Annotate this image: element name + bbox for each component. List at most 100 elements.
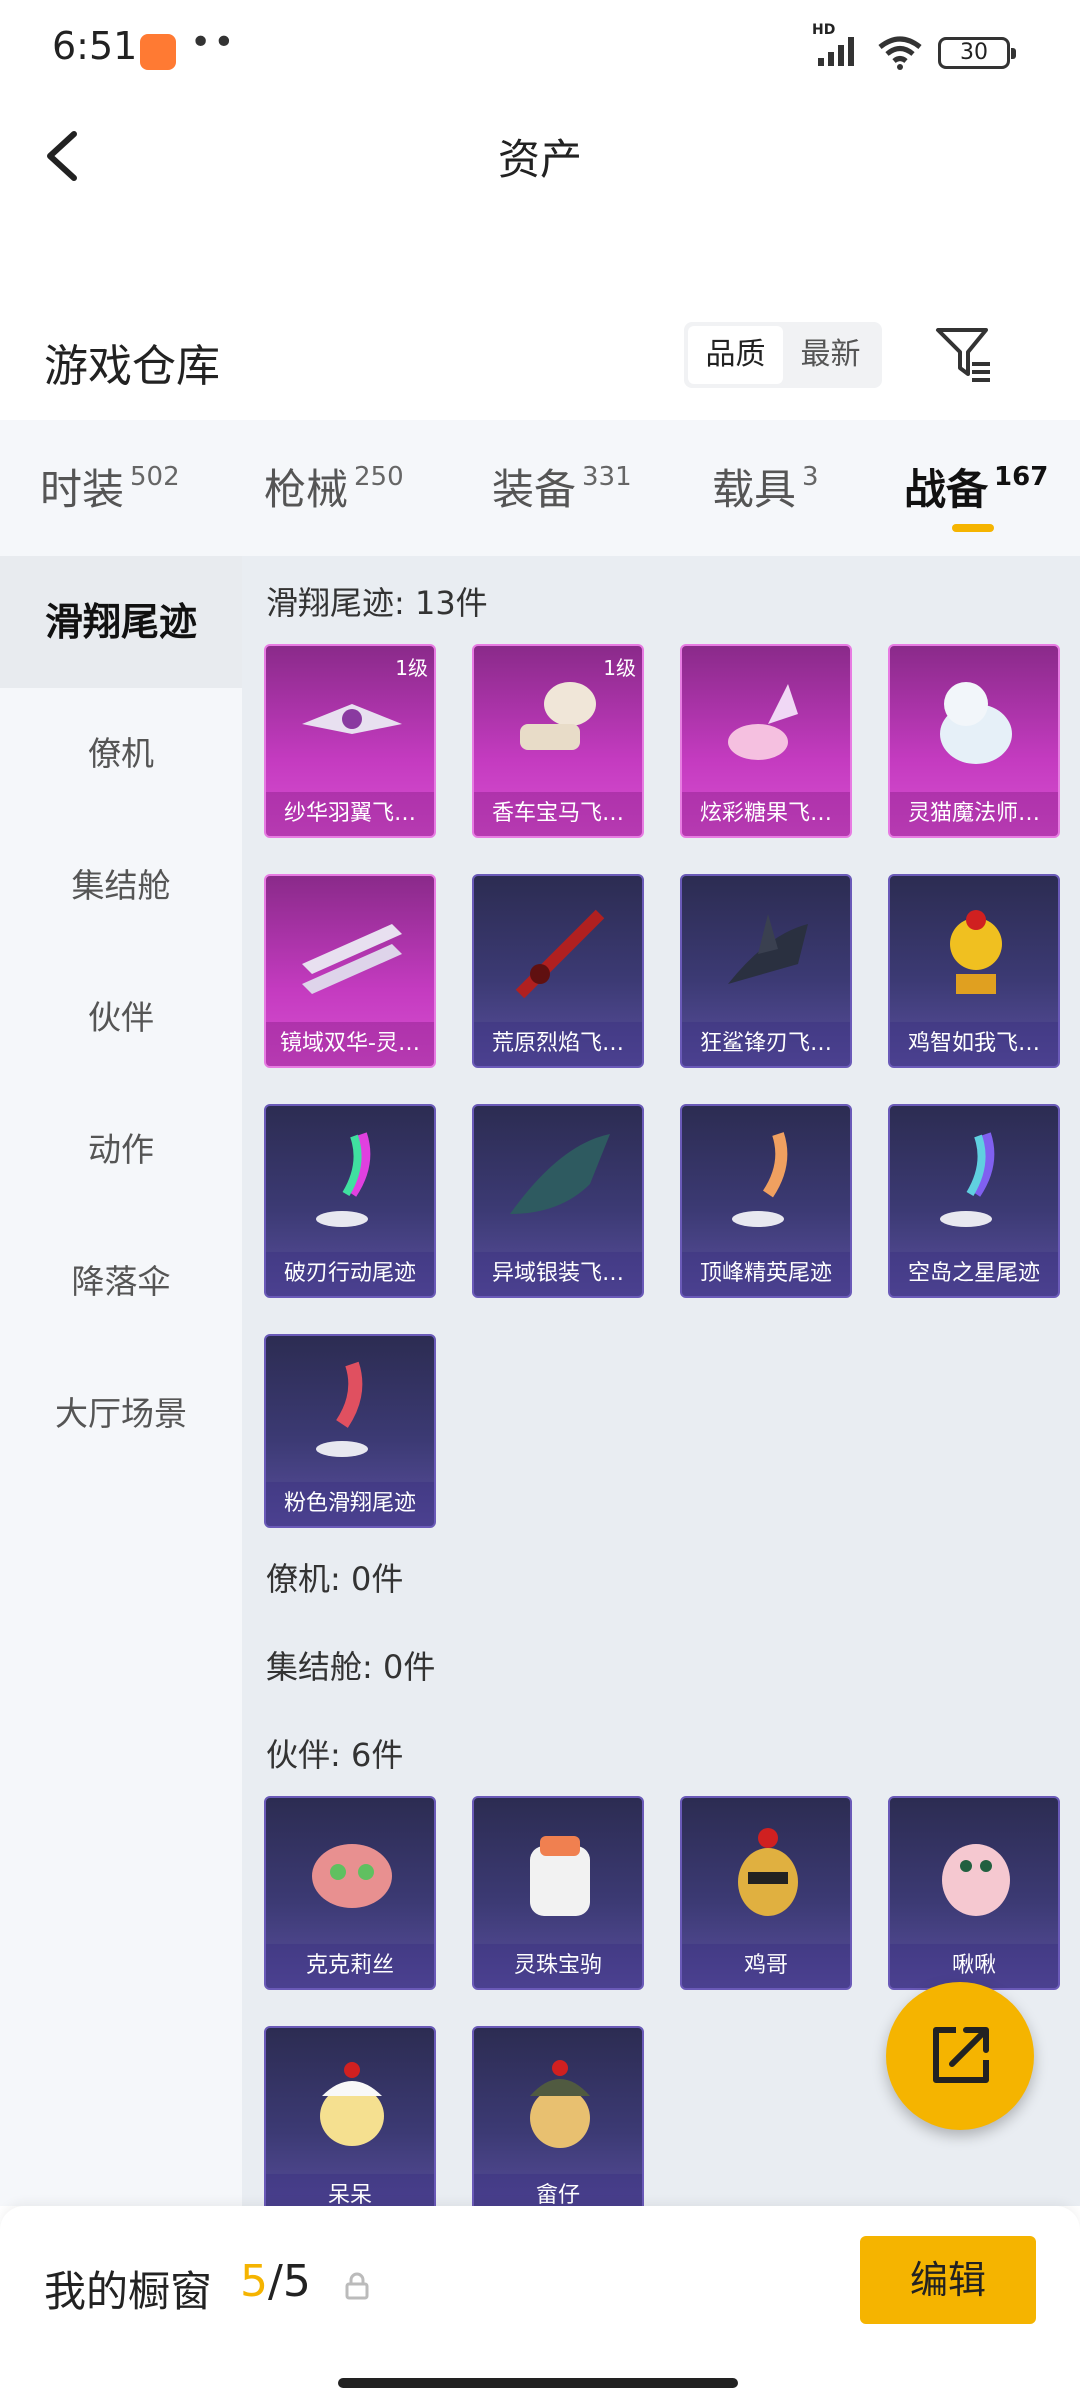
wifi-icon [878, 36, 922, 70]
item-card[interactable]: 畲仔 [472, 2026, 644, 2206]
signal-icon: HD [812, 22, 862, 72]
item-art-icon [312, 1844, 392, 1908]
battery-icon: 30 [938, 37, 1016, 69]
item-name: 空岛之星尾迹 [890, 1252, 1058, 1296]
sidebar-item-parachute[interactable]: 降落伞 [0, 1216, 242, 1348]
item-name: 炫彩糖果飞… [682, 792, 850, 836]
section-title-pod: 集结舱: 0件 [266, 1648, 436, 1686]
lock-icon [345, 2272, 369, 2300]
tab-count: 331 [582, 462, 632, 492]
item-card[interactable]: 呆呆 [264, 2026, 436, 2206]
tab-guns[interactable]: 枪械 250 [264, 456, 404, 517]
edit-button[interactable]: 编辑 [860, 2236, 1036, 2324]
item-art-icon [302, 704, 402, 734]
tab-battle-gear[interactable]: 战备 167 [904, 456, 1048, 517]
tab-label: 战备 [904, 465, 989, 514]
item-card[interactable]: 1级 纱华羽翼飞… [264, 644, 436, 838]
section-title-wingman: 僚机: 0件 [266, 1560, 404, 1598]
item-card[interactable]: 顶峰精英尾迹 [680, 1104, 852, 1298]
sidebar-item-pod[interactable]: 集结舱 [0, 820, 242, 952]
tab-fashion[interactable]: 时装 502 [40, 456, 180, 517]
network-label: HD [812, 22, 836, 38]
item-art-icon [728, 684, 798, 760]
tab-label: 枪械 [264, 465, 349, 514]
item-art-icon [520, 682, 596, 750]
item-name: 畲仔 [474, 2174, 642, 2206]
tab-count: 167 [994, 462, 1049, 492]
section-title-glide: 滑翔尾迹: 13件 [266, 584, 488, 622]
item-card[interactable]: 异域银装飞… [472, 1104, 644, 1298]
item-name: 顶峰精英尾迹 [682, 1252, 850, 1296]
tab-label: 装备 [492, 465, 577, 514]
home-indicator[interactable] [338, 2378, 738, 2388]
warehouse-title: 游戏仓库 [44, 341, 220, 392]
item-card[interactable]: 克克莉丝 [264, 1796, 436, 1990]
item-card[interactable]: 灵珠宝驹 [472, 1796, 644, 1990]
item-card[interactable]: 粉色滑翔尾迹 [264, 1334, 436, 1528]
active-tab-indicator [952, 524, 994, 532]
item-card[interactable]: 空岛之星尾迹 [888, 1104, 1060, 1298]
item-name: 鸡哥 [682, 1944, 850, 1988]
sidebar-item-partner[interactable]: 伙伴 [0, 952, 242, 1084]
item-card[interactable]: 鸡智如我飞… [888, 874, 1060, 1068]
item-level: 1级 [603, 656, 636, 680]
item-name: 破刃行动尾迹 [266, 1252, 434, 1296]
item-name: 呆呆 [266, 2174, 434, 2206]
filter-icon[interactable] [934, 322, 994, 386]
item-art-icon [530, 2060, 590, 2148]
item-art-icon [320, 2062, 384, 2146]
sidebar-item-wingman[interactable]: 僚机 [0, 688, 242, 820]
item-name: 香车宝马飞… [474, 792, 642, 836]
sidebar-item-glide-trail[interactable]: 滑翔尾迹 [0, 556, 242, 688]
item-art-icon [738, 1828, 798, 1916]
item-art-icon [515, 909, 605, 999]
status-indicators: HD 30 [812, 22, 1016, 72]
item-art-icon [510, 1134, 610, 1214]
share-icon [933, 2027, 989, 2083]
tab-equipment[interactable]: 装备 331 [492, 456, 632, 517]
item-card[interactable]: 炫彩糖果飞… [680, 644, 852, 838]
status-time: 6:51 [52, 24, 138, 68]
item-card[interactable]: 荒原烈焰飞… [472, 874, 644, 1068]
section-title-partner: 伙伴: 6件 [266, 1736, 404, 1774]
header: 资产 [0, 100, 1080, 210]
sidebar-item-emote[interactable]: 动作 [0, 1084, 242, 1216]
tab-count: 3 [802, 462, 819, 492]
item-art-icon [302, 924, 402, 994]
item-card[interactable]: 1级 香车宝马飞… [472, 644, 644, 838]
item-name: 镜域双华-灵… [266, 1022, 434, 1066]
item-card[interactable]: 镜域双华-灵… [264, 874, 436, 1068]
item-card[interactable]: 鸡哥 [680, 1796, 852, 1990]
item-art-icon [950, 910, 1002, 994]
tab-label: 时装 [40, 465, 125, 514]
item-card[interactable]: 狂鲨锋刃飞… [680, 874, 852, 1068]
sidebar-item-lobby-scene[interactable]: 大厅场景 [0, 1348, 242, 1480]
item-art-icon [940, 1132, 995, 1227]
item-art-icon [732, 1132, 788, 1227]
showcase-used: 5 [240, 2256, 268, 2307]
status-dots: •• [190, 22, 237, 63]
sort-toggle: 品质 最新 [684, 322, 882, 388]
warehouse-header: 游戏仓库 品质 最新 [0, 300, 1080, 420]
status-bar: 6:51 •• HD 30 [0, 0, 1080, 100]
tab-vehicles[interactable]: 载具 3 [712, 456, 819, 517]
showcase-count: 5/5 [240, 2256, 311, 2307]
item-name: 粉色滑翔尾迹 [266, 1482, 434, 1526]
sort-option-quality[interactable]: 品质 [688, 326, 783, 384]
showcase-bar: 我的橱窗 5/5 编辑 [0, 2206, 1080, 2400]
item-name: 荒原烈焰飞… [474, 1022, 642, 1066]
item-name: 异域银装飞… [474, 1252, 642, 1296]
item-name: 克克莉丝 [266, 1944, 434, 1988]
category-tabs: 时装 502 枪械 250 装备 331 载具 3 战备 167 [0, 420, 1080, 556]
showcase-label: 我的橱窗 [44, 2267, 213, 2316]
item-card[interactable]: 破刃行动尾迹 [264, 1104, 436, 1298]
tab-count: 502 [130, 462, 180, 492]
item-card[interactable]: 灵猫魔法师… [888, 644, 1060, 838]
item-name: 纱华羽翼飞… [266, 792, 434, 836]
item-art-icon [940, 682, 1012, 764]
item-card[interactable]: 啾啾 [888, 1796, 1060, 1990]
item-name: 鸡智如我飞… [890, 1022, 1058, 1066]
sort-option-newest[interactable]: 最新 [783, 326, 878, 384]
item-art-icon [728, 914, 808, 984]
share-button[interactable] [886, 1982, 1034, 2130]
